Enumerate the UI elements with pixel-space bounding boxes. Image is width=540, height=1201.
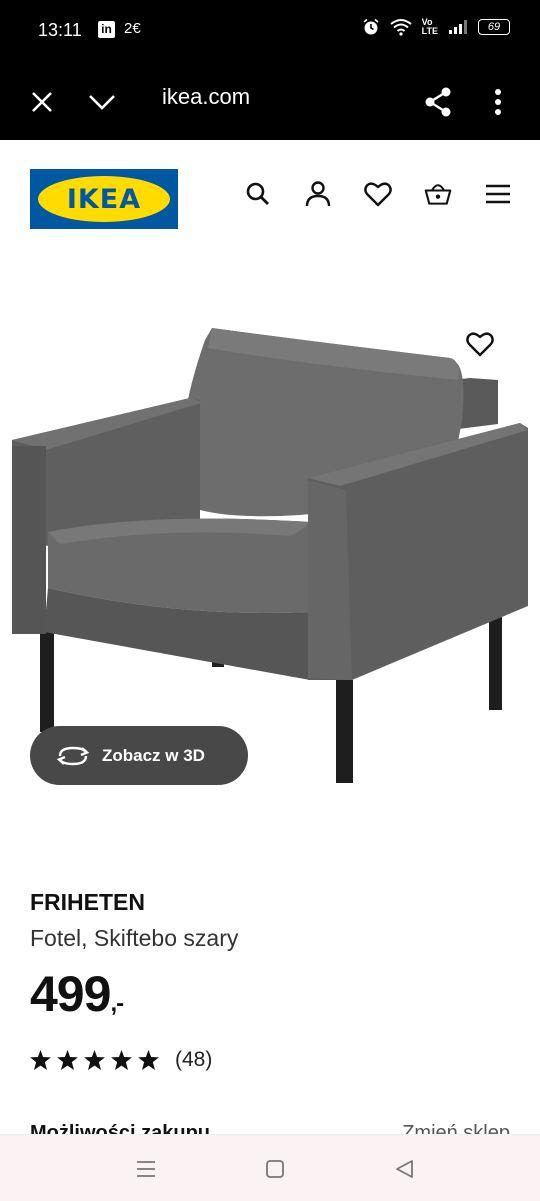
account-button[interactable] (304, 180, 332, 208)
share-icon (425, 87, 451, 117)
logo-text: IKEA (66, 183, 142, 215)
alarm-icon (363, 18, 379, 35)
basket-button[interactable] (424, 180, 452, 208)
url-text[interactable]: ikea.com (162, 84, 250, 110)
view-in-3d-button[interactable]: Zobacz w 3D (30, 726, 248, 785)
status-right: Vo LTE 69 (362, 18, 510, 36)
star-icon (138, 1050, 159, 1070)
basket-icon (424, 184, 452, 205)
back-icon (396, 1160, 413, 1178)
battery-indicator: 69 (478, 19, 510, 35)
star-icon (57, 1050, 78, 1070)
purchase-options-row: Możliwości zakupu Zmień sklep (0, 1118, 540, 1134)
volte-icon: Vo LTE (421, 17, 438, 36)
menu-button[interactable] (484, 180, 512, 208)
minimize-button[interactable] (82, 82, 122, 122)
user-icon (305, 181, 331, 207)
home-icon (266, 1160, 284, 1178)
star-icon (111, 1050, 132, 1070)
home-button[interactable] (263, 1157, 287, 1181)
star-icon (84, 1050, 105, 1070)
price-suffix: ,- (110, 990, 124, 1017)
menu-icon (486, 184, 510, 204)
status-misc: 2€ (124, 20, 141, 37)
rotate-3d-icon (56, 744, 90, 768)
recents-button[interactable] (134, 1157, 158, 1181)
wifi-icon (390, 19, 412, 36)
status-time: 13:11 (38, 20, 82, 40)
product-image[interactable] (0, 300, 540, 800)
more-options-button[interactable] (478, 82, 518, 122)
chevron-down-icon (89, 95, 115, 110)
share-button[interactable] (418, 82, 458, 122)
product-name[interactable]: FRIHETEN (30, 889, 145, 916)
close-icon (32, 92, 52, 112)
back-button[interactable] (392, 1157, 416, 1181)
signal-icon (449, 20, 467, 34)
add-to-favourites-button[interactable] (450, 314, 510, 374)
search-icon (246, 182, 269, 205)
rating-stars (30, 1050, 159, 1070)
system-nav-bar (0, 1134, 540, 1201)
linkedin-icon: in (98, 21, 115, 38)
armchair-image (12, 328, 528, 783)
heart-icon (466, 332, 494, 357)
header-actions (244, 180, 512, 208)
product-rating[interactable]: (48) (30, 1048, 212, 1072)
status-bar: 13:11 in 2€ Vo LTE 69 (0, 0, 540, 62)
search-button[interactable] (244, 180, 272, 208)
product-price: 499,- (30, 965, 124, 1023)
review-count: (48) (175, 1048, 213, 1071)
more-vertical-icon (495, 89, 501, 115)
logo-oval: IKEA (38, 176, 170, 222)
purchase-options-title: Możliwości zakupu (30, 1122, 211, 1134)
close-tab-button[interactable] (22, 82, 62, 122)
browser-toolbar: ikea.com (0, 62, 540, 140)
recents-icon (137, 1161, 155, 1177)
favourites-button[interactable] (364, 180, 392, 208)
star-icon (30, 1050, 51, 1070)
price-value: 499 (30, 966, 111, 1022)
view-in-3d-label: Zobacz w 3D (102, 745, 205, 765)
change-store-link[interactable]: Zmień sklep (402, 1122, 510, 1134)
ikea-logo[interactable]: IKEA (30, 169, 178, 229)
heart-icon (364, 182, 392, 207)
product-description: Fotel, Skiftebo szary (30, 925, 239, 951)
